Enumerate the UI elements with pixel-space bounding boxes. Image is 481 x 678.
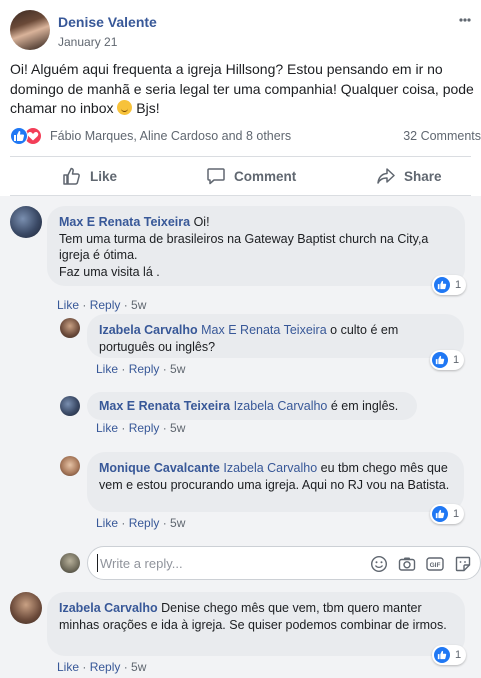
post-text-body: Oi! Alguém aqui frequenta a igreja Hills… [10,61,474,116]
reply-item: Izabela Carvalho Max E Renata Teixeira o… [60,314,481,384]
like-thumb-icon [432,352,448,368]
comment-bubble: Izabela Carvalho Max E Renata Teixeira o… [87,314,464,358]
comment-text-line: Faz uma visita lá . [59,264,160,279]
mention-link[interactable]: Izabela Carvalho [234,399,328,413]
reactors-text[interactable]: Fábio Marques, Aline Cardoso and 8 other… [50,129,291,143]
reply-input[interactable]: Write a reply... GIF [87,546,481,580]
comment-author[interactable]: Izabela Carvalho [99,323,198,337]
comment-meta: Like · Reply · 5w [57,298,147,312]
comment-like-link[interactable]: Like [57,660,79,674]
like-button[interactable]: Like [62,158,117,194]
like-count: 1 [455,279,462,291]
post-date[interactable]: January 21 [58,35,117,49]
like-thumb-icon [10,127,28,145]
comment-text-line: Tem uma turma de brasileiros na Gateway … [59,231,429,246]
like-count: 1 [453,508,460,520]
avatar[interactable] [10,10,50,50]
comment-reply-link[interactable]: Reply [129,362,160,376]
comment-like-count[interactable]: 1 [430,350,464,370]
comment-count[interactable]: 32 Comments [403,129,481,143]
emoji-icon[interactable] [370,555,388,573]
like-thumb-icon [63,167,80,185]
smile-emoji-icon [117,100,133,115]
comment-reply-link[interactable]: Reply [129,516,160,530]
comment-author[interactable]: Max E Renata Teixeira [99,399,230,413]
like-thumb-icon [434,277,450,293]
avatar[interactable] [60,456,80,476]
comment-meta: Like · Reply · 5w [96,516,186,530]
comment-meta: Like · Reply · 5w [96,362,186,376]
text-caret [97,554,98,572]
like-count: 1 [453,354,460,366]
reactions-summary[interactable]: Fábio Marques, Aline Cardoso and 8 other… [10,126,481,146]
like-thumb-icon [432,506,448,522]
comment-like-count[interactable]: 1 [432,275,466,295]
sticker-icon[interactable] [454,555,472,573]
comment-item: Max E Renata Teixeira Oi! Tem uma turma … [10,206,481,312]
comment-text-line: Oi! [190,215,210,229]
comment-like-link[interactable]: Like [57,298,79,312]
comment-time[interactable]: 5w [131,298,146,312]
comment-like-count[interactable]: 1 [430,504,464,524]
comment-like-link[interactable]: Like [96,421,118,435]
mention-link[interactable]: Max E Renata Teixeira [201,323,327,337]
comment-reply-link[interactable]: Reply [90,298,121,312]
comment-bubble-icon [207,168,225,185]
comment-author[interactable]: Max E Renata Teixeira [59,215,190,229]
post-text-end: Bjs! [132,100,160,116]
gif-icon[interactable]: GIF [426,555,444,573]
camera-icon[interactable] [398,555,416,573]
comment-time[interactable]: 5w [170,362,185,376]
avatar[interactable] [60,396,80,416]
post-header: Denise Valente January 21 [10,10,471,52]
comment-bubble: Monique Cavalcante Izabela Carvalho eu t… [87,452,464,512]
like-count: 1 [455,649,462,661]
divider [10,156,471,157]
reply-placeholder: Write a reply... [100,556,183,571]
post-actions: Like Comment Share [10,158,471,194]
comment-like-link[interactable]: Like [96,516,118,530]
reply-composer: Write a reply... GIF [60,546,481,580]
share-label: Share [404,168,442,184]
avatar[interactable] [60,318,80,338]
reply-item: Monique Cavalcante Izabela Carvalho eu t… [60,452,481,532]
comment-text: é em inglês. [327,399,399,413]
avatar[interactable] [10,206,42,238]
comments-section: Max E Renata Teixeira Oi! Tem uma turma … [0,196,481,678]
svg-text:GIF: GIF [430,562,441,569]
comment-like-link[interactable]: Like [96,362,118,376]
comment-meta: Like · Reply · 5w [57,660,147,674]
comment-reply-link[interactable]: Reply [129,421,160,435]
post-text: Oi! Alguém aqui frequenta a igreja Hills… [10,60,476,119]
comment-like-count[interactable]: 1 [432,645,466,665]
comment-time[interactable]: 5w [170,421,185,435]
comment-author[interactable]: Izabela Carvalho [59,601,158,615]
comment-text-line: igreja é ótima. [59,248,138,262]
comment-button[interactable]: Comment [206,158,296,194]
avatar[interactable] [10,592,42,624]
more-icon[interactable] [459,14,471,28]
comment-bubble: Max E Renata Teixeira Oi! Tem uma turma … [47,206,465,286]
comment-time[interactable]: 5w [131,660,146,674]
comment-label: Comment [234,168,297,184]
comment-meta: Like · Reply · 5w [96,421,186,435]
avatar [60,553,80,573]
share-arrow-icon [377,168,395,184]
reply-tools: GIF [370,555,472,573]
reply-item: Max E Renata Teixeira Izabela Carvalho é… [60,392,481,442]
comment-item: Izabela Carvalho Denise chego mês que ve… [10,592,481,678]
like-thumb-icon [434,647,450,663]
comment-author[interactable]: Monique Cavalcante [99,461,220,475]
like-label: Like [90,168,118,184]
mention-link[interactable]: Izabela Carvalho [223,461,317,475]
comment-reply-link[interactable]: Reply [90,660,121,674]
comment-bubble: Max E Renata Teixeira Izabela Carvalho é… [87,392,417,420]
comment-time[interactable]: 5w [170,516,185,530]
post-author-name[interactable]: Denise Valente [58,14,157,30]
share-button[interactable]: Share [376,158,442,194]
comment-bubble: Izabela Carvalho Denise chego mês que ve… [47,592,465,656]
